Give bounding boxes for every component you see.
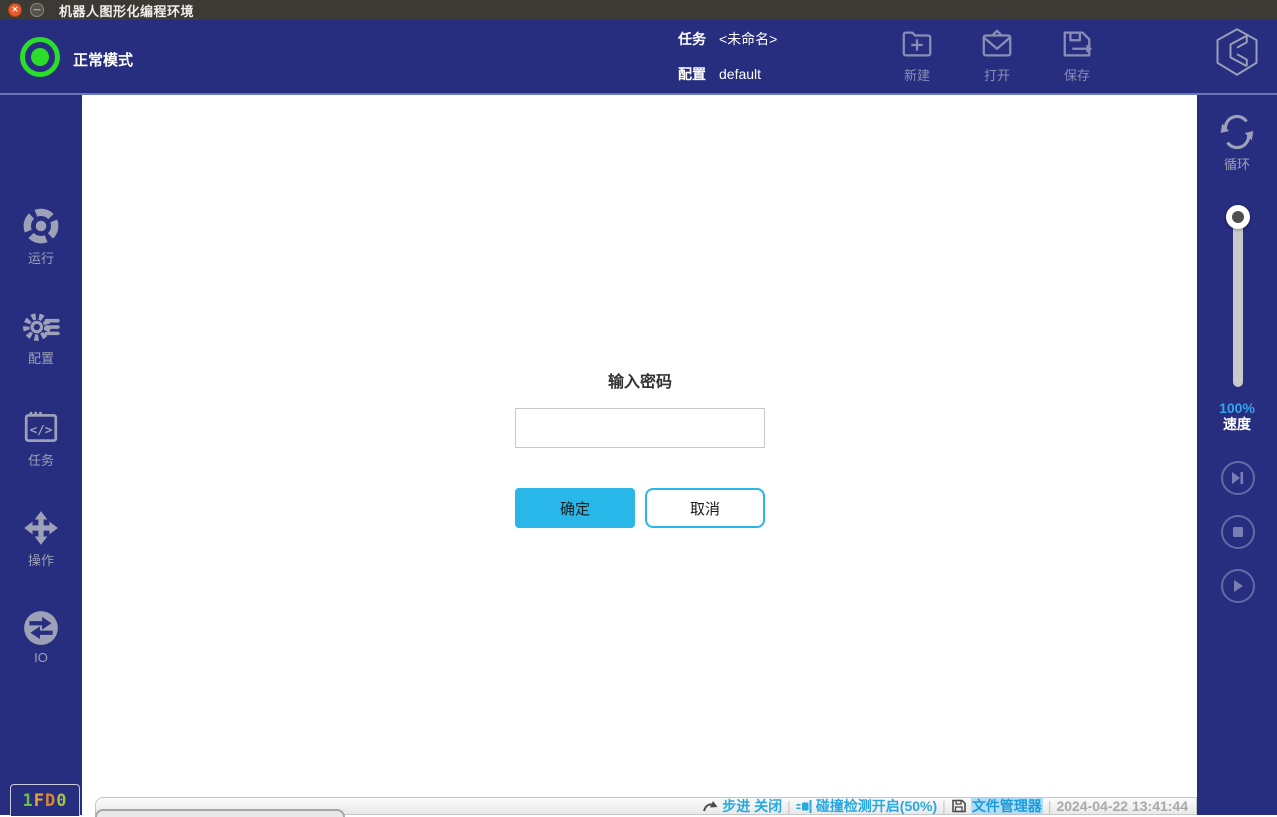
step-status-label: 步进 关闭	[722, 797, 782, 815]
save-button-label: 保存	[1046, 65, 1108, 84]
io-icon	[22, 609, 60, 647]
top-navbar: 正常模式 任务 <未命名> 配置 default 新建 打开	[0, 20, 1277, 95]
config-label: 配置	[678, 64, 706, 84]
sidebar-item-label: 配置	[0, 348, 82, 367]
ok-button[interactable]: 确定	[515, 488, 635, 528]
open-button-label: 打开	[966, 65, 1028, 84]
task-config-meta: 任务 <未命名> 配置 default	[678, 31, 777, 82]
play-button[interactable]	[1221, 569, 1255, 603]
speed-slider-track[interactable]	[1233, 215, 1243, 387]
task-value: <未命名>	[719, 29, 777, 49]
loop-icon	[1218, 113, 1256, 151]
task-label: 任务	[678, 29, 706, 49]
sidebar-item-config[interactable]: 配置	[0, 307, 82, 367]
right-sidebar: 循环 100% 速度	[1197, 95, 1277, 815]
status-separator: |	[787, 798, 791, 814]
hidden-panel-edge[interactable]	[95, 809, 345, 817]
stop-icon	[1230, 524, 1246, 540]
status-separator: |	[942, 798, 946, 814]
loop-button[interactable]: 循环	[1197, 113, 1277, 173]
speed-label: 速度	[1197, 416, 1277, 432]
new-file-icon	[900, 27, 934, 61]
password-dialog: 输入密码 确定 取消	[515, 368, 765, 392]
config-icon	[22, 307, 60, 345]
speed-slider-handle[interactable]	[1226, 205, 1250, 229]
window-title: 机器人图形化编程环境	[59, 1, 194, 20]
sidebar-item-operate[interactable]: 操作	[0, 509, 82, 569]
new-button-label: 新建	[886, 65, 948, 84]
password-input[interactable]	[515, 408, 765, 448]
window-titlebar: ✕ — 机器人图形化编程环境	[0, 0, 1277, 20]
save-button[interactable]: 保存	[1046, 27, 1108, 84]
hex-char: D	[45, 791, 56, 811]
open-file-icon	[980, 27, 1014, 61]
step-status[interactable]: 步进 关闭	[702, 797, 782, 815]
stop-button[interactable]	[1221, 515, 1255, 549]
run-icon	[22, 207, 60, 245]
sidebar-item-label: 运行	[0, 248, 82, 267]
speed-value: 100%	[1197, 400, 1277, 416]
mode-label: 正常模式	[73, 49, 133, 70]
close-icon[interactable]: ✕	[8, 3, 22, 17]
collision-status-label: 碰撞检测开启(50%)	[816, 797, 937, 815]
main-content: 输入密码 确定 取消	[82, 95, 1197, 797]
sidebar-item-task[interactable]: </> 任务	[0, 409, 82, 469]
config-value: default	[719, 66, 761, 82]
status-timestamp: 2024-04-22 13:41:44	[1056, 798, 1188, 814]
save-file-icon	[1060, 27, 1094, 61]
cancel-button[interactable]: 取消	[645, 488, 765, 528]
minimize-icon[interactable]: —	[30, 3, 44, 17]
left-sidebar: 运行 配置 </> 任务 操作	[0, 95, 82, 815]
sidebar-item-label: 操作	[0, 550, 82, 569]
hex-code-display: 1 F D 0	[10, 784, 80, 816]
brand-logo-icon	[1211, 26, 1263, 83]
sidebar-item-label: 任务	[0, 450, 82, 469]
operate-icon	[22, 509, 60, 547]
loop-label: 循环	[1197, 154, 1277, 173]
mode-indicator-icon	[20, 37, 60, 77]
speed-display: 100% 速度	[1197, 400, 1277, 432]
sidebar-item-run[interactable]: 运行	[0, 207, 82, 267]
svg-text:</>: </>	[30, 422, 53, 437]
collision-icon	[796, 799, 812, 814]
step-forward-button[interactable]	[1221, 461, 1255, 495]
sidebar-item-io[interactable]: IO	[0, 609, 82, 665]
status-separator: |	[1048, 798, 1052, 814]
step-forward-icon	[1230, 470, 1246, 486]
hex-char: 0	[56, 791, 67, 811]
new-button[interactable]: 新建	[886, 27, 948, 84]
file-manager-icon	[951, 798, 967, 814]
sidebar-item-label: IO	[0, 650, 82, 665]
collision-status[interactable]: 碰撞检测开启(50%)	[796, 797, 937, 815]
task-icon: </>	[22, 409, 60, 447]
hex-char: 1	[23, 791, 34, 811]
dialog-title: 输入密码	[515, 368, 765, 392]
hex-char: F	[34, 791, 45, 811]
play-icon	[1230, 578, 1246, 594]
file-manager-button[interactable]: 文件管理器	[951, 797, 1043, 815]
file-manager-label: 文件管理器	[971, 797, 1043, 815]
open-button[interactable]: 打开	[966, 27, 1028, 84]
step-status-icon	[702, 799, 718, 814]
